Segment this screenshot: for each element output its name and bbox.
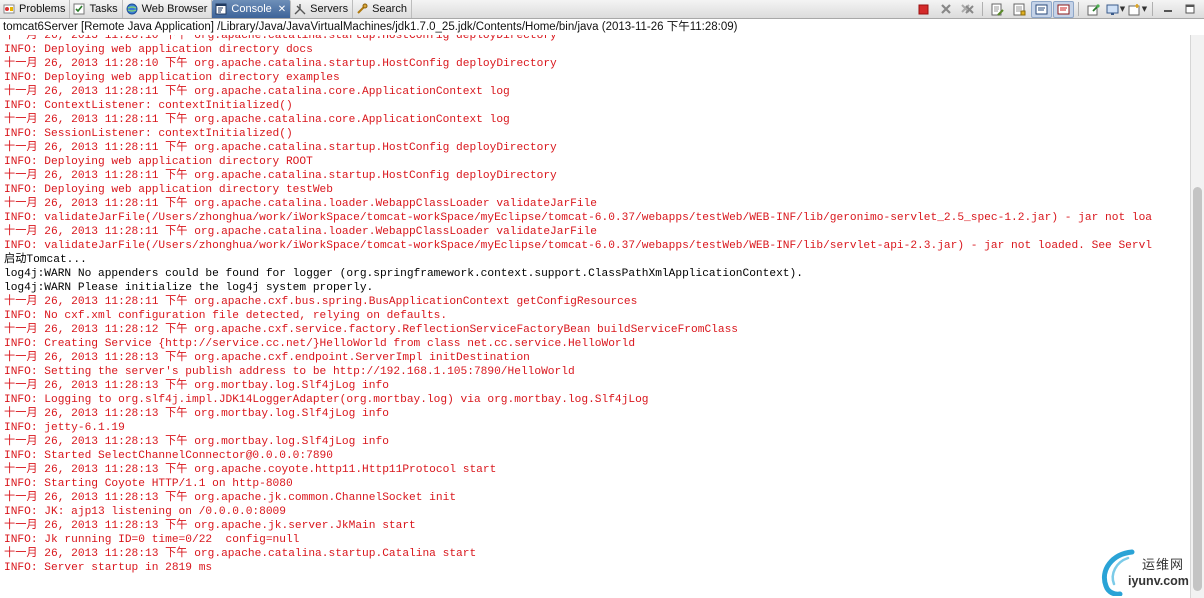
stderr-line: INFO: Started SelectChannelConnector@0.0… xyxy=(4,450,333,462)
watermark-url: iyunv.com xyxy=(1128,574,1189,588)
stderr-line: INFO: Deploying web application director… xyxy=(4,44,313,56)
console-toolbar: ▼ ▼ xyxy=(913,0,1204,18)
stderr-line: 十一月 26, 2013 11:28:13 下午 org.mortbay.log… xyxy=(4,436,389,448)
stderr-icon xyxy=(1057,4,1070,14)
stderr-line: INFO: Deploying web application director… xyxy=(4,72,340,84)
console-lines: 十一月 26, 2013 11:28:10 下午 org.apache.cata… xyxy=(4,35,1152,575)
clear-console-button[interactable] xyxy=(987,1,1008,18)
stderr-line: INFO: validateJarFile(/Users/zhonghua/wo… xyxy=(4,240,1153,252)
stderr-line: 十一月 26, 2013 11:28:12 下午 org.apache.cxf.… xyxy=(4,324,739,336)
show-on-stdout-button[interactable] xyxy=(1031,0,1052,18)
toolbar-separator xyxy=(982,2,983,16)
tab-web-browser[interactable]: Web Browser xyxy=(123,0,213,18)
stderr-line: INFO: Logging to org.slf4j.impl.JDK14Log… xyxy=(4,394,649,406)
scroll-lock-icon xyxy=(1013,3,1026,15)
scroll-lock-button[interactable] xyxy=(1009,1,1030,18)
watermark-text: 运维网 xyxy=(1142,558,1185,573)
stderr-line: INFO: Server startup in 2819 ms xyxy=(4,562,213,574)
stdout-line: log4j:WARN No appenders could be found f… xyxy=(4,268,803,280)
stderr-line: 十一月 26, 2013 11:28:10 下午 org.apache.cata… xyxy=(4,35,557,42)
tab-label: Problems xyxy=(19,3,66,15)
servers-icon xyxy=(294,3,306,15)
stderr-line: 十一月 26, 2013 11:28:11 下午 org.apache.cata… xyxy=(4,114,510,126)
tab-label: Search xyxy=(372,3,407,15)
tab-console[interactable]: Console ✕ xyxy=(212,0,292,18)
remove-all-icon xyxy=(961,4,974,14)
minimize-icon xyxy=(1163,10,1172,12)
pin-console-button[interactable] xyxy=(1083,1,1104,18)
stderr-line: 十一月 26, 2013 11:28:11 下午 org.apache.cata… xyxy=(4,86,510,98)
tab-label: Console xyxy=(231,3,272,15)
stdout-icon xyxy=(1035,4,1048,14)
stderr-line: INFO: validateJarFile(/Users/zhonghua/wo… xyxy=(4,212,1153,224)
tab-label: Tasks xyxy=(89,3,118,15)
stderr-line: 十一月 26, 2013 11:28:11 下午 org.apache.cata… xyxy=(4,170,557,182)
stderr-line: 十一月 26, 2013 11:28:13 下午 org.mortbay.log… xyxy=(4,380,389,392)
stderr-line: INFO: Jk running ID=0 time=0/22 config=n… xyxy=(4,534,300,546)
problems-icon xyxy=(3,3,15,15)
console-icon xyxy=(215,3,227,15)
stderr-line: 十一月 26, 2013 11:28:13 下午 org.apache.jk.c… xyxy=(4,492,457,504)
stderr-line: 十一月 26, 2013 11:28:11 下午 org.apache.cxf.… xyxy=(4,296,638,308)
open-console-button[interactable]: ▼ xyxy=(1127,1,1148,18)
maximize-icon xyxy=(1185,4,1194,14)
toolbar-separator xyxy=(1152,2,1153,16)
tab-servers[interactable]: Servers xyxy=(291,0,354,18)
globe-icon xyxy=(126,3,138,15)
stderr-line: 十一月 26, 2013 11:28:13 下午 org.apache.cxf.… xyxy=(4,352,530,364)
vertical-scrollbar[interactable] xyxy=(1190,35,1204,598)
chevron-down-icon: ▼ xyxy=(1141,5,1148,13)
scrollbar-thumb[interactable] xyxy=(1193,187,1202,591)
tasks-icon xyxy=(73,3,85,15)
tab-label: Servers xyxy=(310,3,349,15)
tab-tasks[interactable]: Tasks xyxy=(70,0,123,18)
stderr-line: INFO: jetty-6.1.19 xyxy=(4,422,125,434)
terminate-button[interactable] xyxy=(913,1,934,18)
stdout-line: log4j:WARN Please initialize the log4j s… xyxy=(4,282,374,294)
search-icon xyxy=(356,3,368,15)
watermark-logo: 运维网 iyunv.com xyxy=(1098,548,1202,596)
stderr-line: INFO: Setting the server's publish addre… xyxy=(4,366,575,378)
tab-search[interactable]: Search xyxy=(353,0,412,18)
stderr-line: 十一月 26, 2013 11:28:13 下午 org.mortbay.log… xyxy=(4,408,389,420)
stderr-line: 十一月 26, 2013 11:28:13 下午 org.apache.coyo… xyxy=(4,464,497,476)
minimize-view-button[interactable] xyxy=(1157,1,1178,18)
stderr-line: 十一月 26, 2013 11:28:10 下午 org.apache.cata… xyxy=(4,58,557,70)
chevron-down-icon: ▼ xyxy=(1119,5,1126,13)
show-on-stderr-button[interactable] xyxy=(1053,0,1074,18)
display-selected-console-button[interactable]: ▼ xyxy=(1105,1,1126,18)
tab-problems[interactable]: Problems xyxy=(0,0,71,18)
stderr-line: INFO: ContextListener: contextInitialize… xyxy=(4,100,293,112)
tab-label: Web Browser xyxy=(141,3,208,15)
stderr-line: INFO: Deploying web application director… xyxy=(4,156,313,168)
remove-all-terminated-button[interactable] xyxy=(957,1,978,18)
stderr-line: 十一月 26, 2013 11:28:13 下午 org.apache.cata… xyxy=(4,548,477,560)
stderr-line: INFO: Creating Service {http://service.c… xyxy=(4,338,636,350)
stderr-line: INFO: Deploying web application director… xyxy=(4,184,333,196)
stderr-line: 十一月 26, 2013 11:28:11 下午 org.apache.cata… xyxy=(4,142,557,154)
pin-icon xyxy=(1087,3,1100,15)
stderr-line: 十一月 26, 2013 11:28:11 下午 org.apache.cata… xyxy=(4,226,598,238)
stderr-line: INFO: JK: ajp13 listening on /0.0.0.0:80… xyxy=(4,506,286,518)
new-console-icon xyxy=(1128,3,1140,15)
stderr-line: INFO: No cxf.xml configuration file dete… xyxy=(4,310,448,322)
toolbar-separator xyxy=(1078,2,1079,16)
remove-icon xyxy=(940,4,951,14)
remove-launch-button[interactable] xyxy=(935,1,956,18)
maximize-view-button[interactable] xyxy=(1179,1,1200,18)
stderr-line: INFO: Starting Coyote HTTP/1.1 on http-8… xyxy=(4,478,293,490)
clear-console-icon xyxy=(991,3,1004,16)
process-title: tomcat6Server [Remote Java Application] … xyxy=(0,19,1204,35)
console-output[interactable]: 十一月 26, 2013 11:28:10 下午 org.apache.cata… xyxy=(0,35,1190,598)
monitor-icon xyxy=(1106,4,1119,15)
stderr-line: INFO: SessionListener: contextInitialize… xyxy=(4,128,293,140)
stdout-line: 启动Tomcat... xyxy=(4,254,87,266)
stop-icon xyxy=(918,4,929,14)
close-icon[interactable]: ✕ xyxy=(278,4,286,15)
stderr-line: 十一月 26, 2013 11:28:13 下午 org.apache.jk.s… xyxy=(4,520,416,532)
stderr-line: 十一月 26, 2013 11:28:11 下午 org.apache.cata… xyxy=(4,198,598,210)
